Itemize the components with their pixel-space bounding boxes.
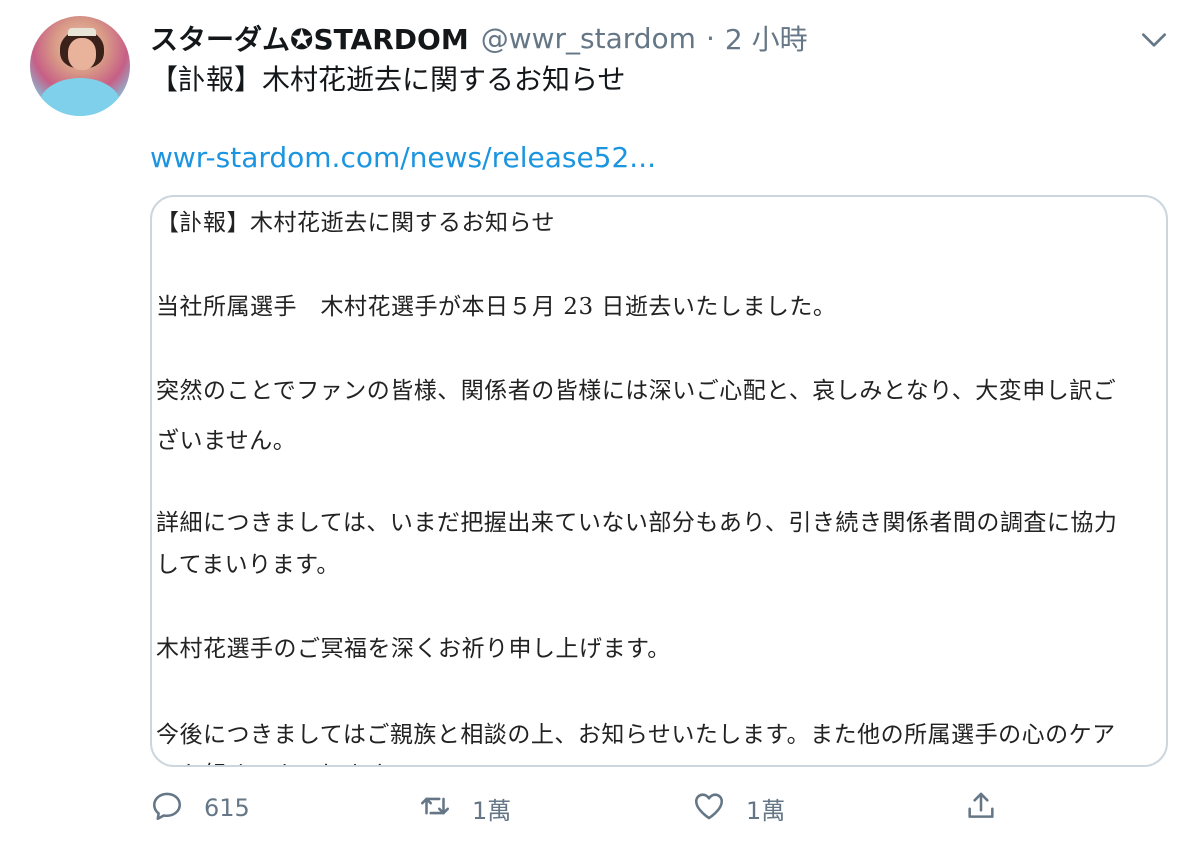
doc-line-title: 【訃報】木村花逝去に関するお知らせ [156, 210, 556, 236]
doc-line-announcement: 当社所属選手 木村花選手が本日５月 23 日逝去いたしました。 [156, 294, 837, 320]
doc-line-apology-1: 突然のことでファンの皆様、関係者の皆様には深いご心配と、哀しみとなり、大変申し訳… [156, 378, 1117, 404]
like-count: 1萬 [746, 796, 786, 825]
doc-line-details-1: 詳細につきましては、いまだ把握出来ていない部分もあり、引き続き関係者間の調査に協… [156, 510, 1118, 536]
doc-line-apology-2: ざいません。 [156, 428, 297, 454]
share-button[interactable] [964, 786, 998, 830]
retweet-count: 1萬 [472, 796, 512, 825]
tweet-link[interactable]: wwr-stardom.com/news/release52... [150, 138, 656, 178]
tweet-timestamp[interactable]: 2 小時 [725, 18, 808, 58]
reply-button[interactable]: 615 [150, 786, 250, 830]
doc-line-details-2: してまいります。 [156, 552, 340, 578]
tweet-actions: 615 1萬 1萬 [150, 786, 1168, 830]
avatar-dress [40, 78, 120, 116]
avatar-face [68, 38, 96, 70]
reply-count: 615 [204, 794, 250, 822]
heart-icon [692, 789, 726, 827]
tweet[interactable]: スターダム✪STARDOM @wwr_stardom · 2 小時 【訃報】木村… [0, 0, 1200, 846]
chevron-down-icon[interactable] [1138, 24, 1170, 56]
doc-line-condolence: 木村花選手のご冥福を深くお祈り申し上げます。 [156, 636, 671, 662]
retweet-button[interactable]: 1萬 [418, 786, 511, 830]
author-handle[interactable]: @wwr_stardom [481, 22, 696, 55]
avatar-tiara [68, 28, 96, 36]
author-avatar[interactable] [30, 16, 130, 116]
author-display-name[interactable]: スターダム✪STARDOM [150, 18, 469, 58]
retweet-icon [418, 789, 452, 827]
tweet-header: スターダム✪STARDOM @wwr_stardom · 2 小時 [150, 18, 808, 58]
tweet-text: 【訃報】木村花逝去に関するお知らせ [150, 63, 626, 96]
doc-line-future-1: 今後につきましてはご親族と相談の上、お知らせいたします。また他の所属選手の心のケ… [156, 722, 1116, 748]
share-icon [964, 789, 998, 827]
attached-image[interactable]: 【訃報】木村花逝去に関するお知らせ 当社所属選手 木村花選手が本日５月 23 日… [150, 195, 1168, 767]
like-button[interactable]: 1萬 [692, 786, 785, 830]
reply-icon [150, 789, 184, 827]
header-separator: · [705, 21, 715, 55]
doc-line-future-2: にも努めてまいります。 [156, 755, 411, 765]
